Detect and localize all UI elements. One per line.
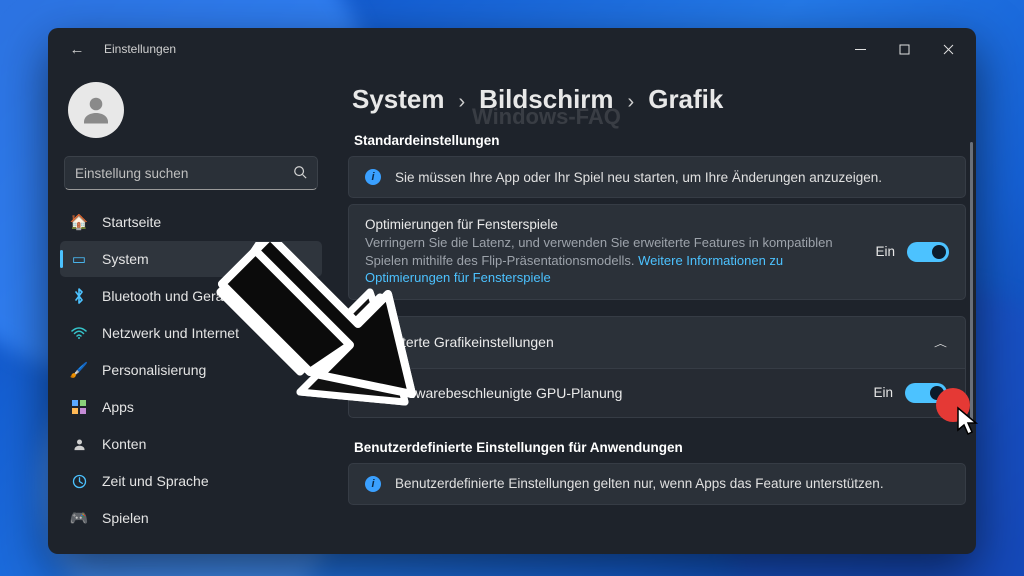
wifi-icon	[70, 324, 88, 342]
search-input[interactable]: Einstellung suchen	[64, 156, 318, 190]
search-icon	[293, 165, 307, 182]
gamepad-icon: 🎮	[70, 509, 88, 527]
breadcrumb-display[interactable]: Bildschirm	[479, 84, 613, 115]
titlebar: ← Einstellungen	[48, 28, 976, 70]
system-icon: ▭	[70, 250, 88, 268]
chevron-right-icon: ›	[628, 91, 635, 114]
sidebar-item-network[interactable]: Netzwerk und Internet	[60, 315, 322, 351]
brush-icon: 🖌️	[70, 361, 88, 379]
sidebar-item-label: Konten	[102, 436, 146, 452]
sidebar-item-label: Startseite	[102, 214, 161, 230]
sidebar-item-system[interactable]: ▭ System	[60, 241, 322, 277]
gpu-toggle[interactable]	[905, 383, 947, 403]
sidebar-item-label: Zeit und Sprache	[102, 473, 209, 489]
apps-icon	[70, 398, 88, 416]
avatar[interactable]	[68, 82, 124, 138]
chevron-up-icon: ︿	[934, 335, 947, 348]
breadcrumb-graphics: Grafik	[648, 84, 723, 115]
settings-window: ← Einstellungen Einstellung suchen	[48, 28, 976, 554]
sidebar-item-apps[interactable]: Apps	[60, 389, 322, 425]
breadcrumb: System › Bildschirm › Grafik	[348, 78, 966, 115]
close-button[interactable]	[926, 28, 970, 70]
search-placeholder: Einstellung suchen	[75, 166, 293, 181]
sidebar-item-bluetooth[interactable]: Bluetooth und Geräte	[60, 278, 322, 314]
gpu-scheduling-row: Hardwarebeschleunigte GPU-Planung Ein	[348, 369, 966, 418]
info-custom-text: Benutzerdefinierte Einstellungen gelten …	[395, 476, 884, 491]
breadcrumb-system[interactable]: System	[352, 84, 445, 115]
back-button[interactable]: ←	[66, 41, 88, 58]
gpu-scheduling-title: Hardwarebeschleunigte GPU-Planung	[385, 385, 622, 401]
info-icon: i	[365, 476, 381, 492]
sidebar: Einstellung suchen 🏠 Startseite ▭ System	[48, 70, 334, 554]
maximize-button[interactable]	[882, 28, 926, 70]
windowed-optimizations-card: Optimierungen für Fensterspiele Verringe…	[348, 204, 966, 300]
gpu-toggle-state: Ein	[873, 385, 893, 400]
sidebar-item-gaming[interactable]: 🎮 Spielen	[60, 500, 322, 536]
section-label-custom: Benutzerdefinierte Einstellungen für Anw…	[354, 440, 966, 455]
sidebar-item-label: Personalisierung	[102, 362, 206, 378]
sidebar-item-label: Bluetooth und Geräte	[102, 288, 235, 304]
info-icon: i	[365, 169, 381, 185]
sidebar-item-label: System	[102, 251, 149, 267]
sidebar-item-startseite[interactable]: 🏠 Startseite	[60, 204, 322, 240]
sidebar-item-personalization[interactable]: 🖌️ Personalisierung	[60, 352, 322, 388]
scrollbar[interactable]	[970, 142, 973, 422]
minimize-button[interactable]	[838, 28, 882, 70]
sidebar-item-time[interactable]: Zeit und Sprache	[60, 463, 322, 499]
windowed-toggle[interactable]	[907, 242, 949, 262]
windowed-toggle-state: Ein	[875, 244, 895, 259]
windowed-title: Optimierungen für Fensterspiele	[365, 217, 857, 232]
sidebar-item-label: Spielen	[102, 510, 149, 526]
sidebar-item-label: Netzwerk und Internet	[102, 325, 239, 341]
bluetooth-icon	[70, 287, 88, 305]
person-icon	[70, 435, 88, 453]
section-label-default: Standardeinstellungen	[354, 133, 966, 148]
chevron-right-icon: ›	[459, 91, 466, 114]
advanced-graphics-expander[interactable]: Erweiterte Grafikeinstellungen ︿	[348, 316, 966, 369]
nav: 🏠 Startseite ▭ System Bluetooth und Gerä…	[60, 204, 322, 542]
advanced-graphics-label: Erweiterte Grafikeinstellungen	[367, 334, 554, 350]
clock-icon	[70, 472, 88, 490]
home-icon: 🏠	[70, 213, 88, 231]
window-title: Einstellungen	[104, 42, 176, 56]
info-restart-card: i Sie müssen Ihre App oder Ihr Spiel neu…	[348, 156, 966, 198]
sidebar-item-label: Apps	[102, 399, 134, 415]
info-custom-card: i Benutzerdefinierte Einstellungen gelte…	[348, 463, 966, 505]
sidebar-item-accounts[interactable]: Konten	[60, 426, 322, 462]
main-panel: Windows-FAQ System › Bildschirm › Grafik…	[334, 70, 976, 554]
info-restart-text: Sie müssen Ihre App oder Ihr Spiel neu s…	[395, 170, 882, 185]
